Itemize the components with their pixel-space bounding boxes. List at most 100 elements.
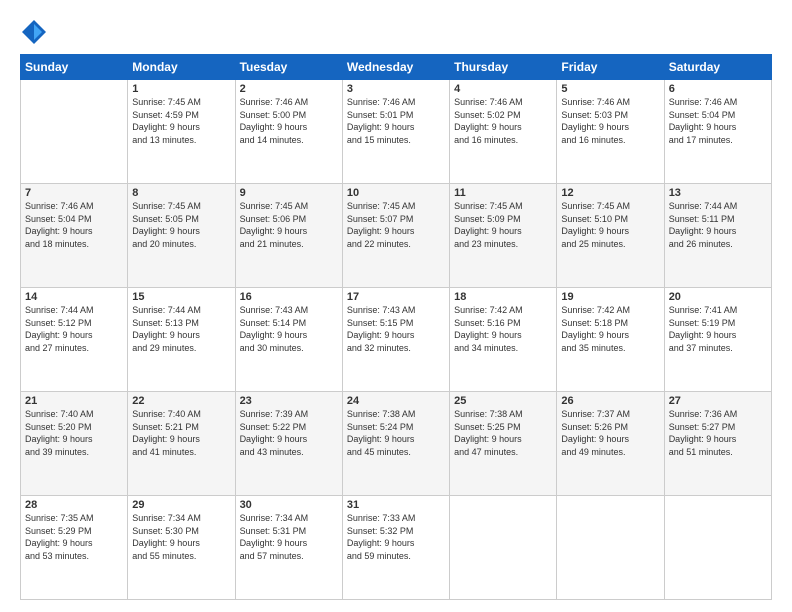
day-info: Sunrise: 7:38 AM Sunset: 5:25 PM Dayligh… [454, 408, 552, 458]
header [20, 18, 772, 46]
day-info: Sunrise: 7:46 AM Sunset: 5:02 PM Dayligh… [454, 96, 552, 146]
calendar-cell: 23Sunrise: 7:39 AM Sunset: 5:22 PM Dayli… [235, 392, 342, 496]
calendar-cell: 13Sunrise: 7:44 AM Sunset: 5:11 PM Dayli… [664, 184, 771, 288]
calendar-header-monday: Monday [128, 55, 235, 80]
day-number: 2 [240, 83, 338, 95]
calendar-cell [557, 496, 664, 600]
day-number: 27 [669, 395, 767, 407]
day-number: 23 [240, 395, 338, 407]
day-number: 8 [132, 187, 230, 199]
day-number: 10 [347, 187, 445, 199]
day-info: Sunrise: 7:43 AM Sunset: 5:15 PM Dayligh… [347, 304, 445, 354]
calendar-cell: 12Sunrise: 7:45 AM Sunset: 5:10 PM Dayli… [557, 184, 664, 288]
calendar-header-saturday: Saturday [664, 55, 771, 80]
day-info: Sunrise: 7:46 AM Sunset: 5:00 PM Dayligh… [240, 96, 338, 146]
calendar-week-3: 14Sunrise: 7:44 AM Sunset: 5:12 PM Dayli… [21, 288, 772, 392]
calendar-cell: 2Sunrise: 7:46 AM Sunset: 5:00 PM Daylig… [235, 80, 342, 184]
logo [20, 18, 52, 46]
day-number: 5 [561, 83, 659, 95]
day-info: Sunrise: 7:42 AM Sunset: 5:18 PM Dayligh… [561, 304, 659, 354]
calendar-cell: 19Sunrise: 7:42 AM Sunset: 5:18 PM Dayli… [557, 288, 664, 392]
calendar-cell: 22Sunrise: 7:40 AM Sunset: 5:21 PM Dayli… [128, 392, 235, 496]
day-info: Sunrise: 7:43 AM Sunset: 5:14 PM Dayligh… [240, 304, 338, 354]
calendar-header-tuesday: Tuesday [235, 55, 342, 80]
calendar-cell [21, 80, 128, 184]
calendar-cell: 30Sunrise: 7:34 AM Sunset: 5:31 PM Dayli… [235, 496, 342, 600]
day-info: Sunrise: 7:40 AM Sunset: 5:21 PM Dayligh… [132, 408, 230, 458]
calendar-header-sunday: Sunday [21, 55, 128, 80]
calendar-cell: 10Sunrise: 7:45 AM Sunset: 5:07 PM Dayli… [342, 184, 449, 288]
calendar-week-4: 21Sunrise: 7:40 AM Sunset: 5:20 PM Dayli… [21, 392, 772, 496]
calendar-table: SundayMondayTuesdayWednesdayThursdayFrid… [20, 54, 772, 600]
calendar-cell: 29Sunrise: 7:34 AM Sunset: 5:30 PM Dayli… [128, 496, 235, 600]
day-info: Sunrise: 7:44 AM Sunset: 5:13 PM Dayligh… [132, 304, 230, 354]
calendar-cell: 7Sunrise: 7:46 AM Sunset: 5:04 PM Daylig… [21, 184, 128, 288]
calendar-cell: 15Sunrise: 7:44 AM Sunset: 5:13 PM Dayli… [128, 288, 235, 392]
day-info: Sunrise: 7:45 AM Sunset: 4:59 PM Dayligh… [132, 96, 230, 146]
day-number: 13 [669, 187, 767, 199]
day-number: 1 [132, 83, 230, 95]
calendar-cell: 20Sunrise: 7:41 AM Sunset: 5:19 PM Dayli… [664, 288, 771, 392]
calendar-week-5: 28Sunrise: 7:35 AM Sunset: 5:29 PM Dayli… [21, 496, 772, 600]
calendar-cell [450, 496, 557, 600]
day-number: 28 [25, 499, 123, 511]
day-number: 24 [347, 395, 445, 407]
day-info: Sunrise: 7:46 AM Sunset: 5:04 PM Dayligh… [25, 200, 123, 250]
day-info: Sunrise: 7:42 AM Sunset: 5:16 PM Dayligh… [454, 304, 552, 354]
calendar-cell: 8Sunrise: 7:45 AM Sunset: 5:05 PM Daylig… [128, 184, 235, 288]
calendar-cell: 5Sunrise: 7:46 AM Sunset: 5:03 PM Daylig… [557, 80, 664, 184]
day-number: 26 [561, 395, 659, 407]
day-info: Sunrise: 7:38 AM Sunset: 5:24 PM Dayligh… [347, 408, 445, 458]
calendar-week-2: 7Sunrise: 7:46 AM Sunset: 5:04 PM Daylig… [21, 184, 772, 288]
calendar-cell: 25Sunrise: 7:38 AM Sunset: 5:25 PM Dayli… [450, 392, 557, 496]
day-info: Sunrise: 7:35 AM Sunset: 5:29 PM Dayligh… [25, 512, 123, 562]
day-info: Sunrise: 7:33 AM Sunset: 5:32 PM Dayligh… [347, 512, 445, 562]
day-number: 19 [561, 291, 659, 303]
calendar-cell: 11Sunrise: 7:45 AM Sunset: 5:09 PM Dayli… [450, 184, 557, 288]
calendar-header-friday: Friday [557, 55, 664, 80]
day-info: Sunrise: 7:45 AM Sunset: 5:06 PM Dayligh… [240, 200, 338, 250]
day-number: 17 [347, 291, 445, 303]
calendar-cell: 3Sunrise: 7:46 AM Sunset: 5:01 PM Daylig… [342, 80, 449, 184]
day-info: Sunrise: 7:44 AM Sunset: 5:12 PM Dayligh… [25, 304, 123, 354]
day-number: 21 [25, 395, 123, 407]
day-number: 16 [240, 291, 338, 303]
day-number: 11 [454, 187, 552, 199]
day-info: Sunrise: 7:45 AM Sunset: 5:05 PM Dayligh… [132, 200, 230, 250]
day-number: 30 [240, 499, 338, 511]
calendar-cell: 16Sunrise: 7:43 AM Sunset: 5:14 PM Dayli… [235, 288, 342, 392]
day-info: Sunrise: 7:45 AM Sunset: 5:10 PM Dayligh… [561, 200, 659, 250]
day-number: 15 [132, 291, 230, 303]
day-info: Sunrise: 7:46 AM Sunset: 5:03 PM Dayligh… [561, 96, 659, 146]
day-number: 14 [25, 291, 123, 303]
calendar-header-thursday: Thursday [450, 55, 557, 80]
calendar-cell: 21Sunrise: 7:40 AM Sunset: 5:20 PM Dayli… [21, 392, 128, 496]
day-number: 4 [454, 83, 552, 95]
calendar-cell: 6Sunrise: 7:46 AM Sunset: 5:04 PM Daylig… [664, 80, 771, 184]
day-number: 7 [25, 187, 123, 199]
day-info: Sunrise: 7:39 AM Sunset: 5:22 PM Dayligh… [240, 408, 338, 458]
calendar-cell: 26Sunrise: 7:37 AM Sunset: 5:26 PM Dayli… [557, 392, 664, 496]
day-info: Sunrise: 7:46 AM Sunset: 5:01 PM Dayligh… [347, 96, 445, 146]
day-number: 6 [669, 83, 767, 95]
day-info: Sunrise: 7:41 AM Sunset: 5:19 PM Dayligh… [669, 304, 767, 354]
calendar-week-1: 1Sunrise: 7:45 AM Sunset: 4:59 PM Daylig… [21, 80, 772, 184]
calendar-cell: 1Sunrise: 7:45 AM Sunset: 4:59 PM Daylig… [128, 80, 235, 184]
calendar-cell: 24Sunrise: 7:38 AM Sunset: 5:24 PM Dayli… [342, 392, 449, 496]
day-info: Sunrise: 7:34 AM Sunset: 5:30 PM Dayligh… [132, 512, 230, 562]
calendar-header-row: SundayMondayTuesdayWednesdayThursdayFrid… [21, 55, 772, 80]
day-info: Sunrise: 7:40 AM Sunset: 5:20 PM Dayligh… [25, 408, 123, 458]
day-info: Sunrise: 7:46 AM Sunset: 5:04 PM Dayligh… [669, 96, 767, 146]
day-number: 22 [132, 395, 230, 407]
calendar-cell: 31Sunrise: 7:33 AM Sunset: 5:32 PM Dayli… [342, 496, 449, 600]
calendar-cell: 28Sunrise: 7:35 AM Sunset: 5:29 PM Dayli… [21, 496, 128, 600]
day-info: Sunrise: 7:36 AM Sunset: 5:27 PM Dayligh… [669, 408, 767, 458]
day-number: 18 [454, 291, 552, 303]
day-number: 9 [240, 187, 338, 199]
calendar-cell: 14Sunrise: 7:44 AM Sunset: 5:12 PM Dayli… [21, 288, 128, 392]
calendar-cell [664, 496, 771, 600]
day-info: Sunrise: 7:37 AM Sunset: 5:26 PM Dayligh… [561, 408, 659, 458]
day-number: 25 [454, 395, 552, 407]
calendar-cell: 4Sunrise: 7:46 AM Sunset: 5:02 PM Daylig… [450, 80, 557, 184]
day-number: 29 [132, 499, 230, 511]
